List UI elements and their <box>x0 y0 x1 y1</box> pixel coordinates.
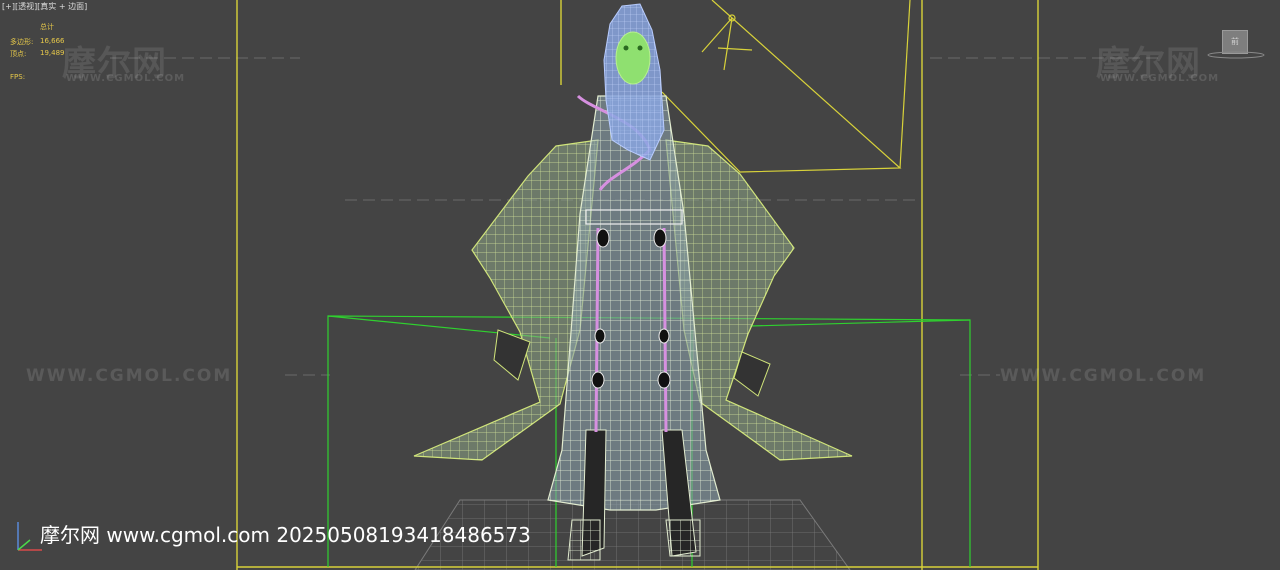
footer-watermark: 摩尔网 www.cgmol.com 20250508193418486573 <box>40 523 531 547</box>
verts-label: 顶点: <box>10 50 27 58</box>
verts-value: 19,489 <box>40 49 65 57</box>
fps-label: FPS: <box>10 73 26 81</box>
viewport-label[interactable]: [+][透视][真实 + 边面] <box>2 1 87 12</box>
polys-value: 16,666 <box>40 37 65 45</box>
watermark-row-right: WWW.CGMOL.COM <box>1000 366 1207 386</box>
viewcube-ring[interactable] <box>1206 50 1266 62</box>
viewport-scene[interactable] <box>0 0 1280 570</box>
watermark-row-left: WWW.CGMOL.COM <box>26 366 233 386</box>
axis-gizmo-icon <box>17 522 42 551</box>
watermark-url-left: WWW.CGMOL.COM <box>66 73 186 84</box>
watermark-url-right: WWW.CGMOL.COM <box>1100 73 1220 84</box>
stats-header: 总计 <box>40 23 54 31</box>
character-model[interactable] <box>413 3 853 561</box>
polys-label: 多边形: <box>10 38 34 46</box>
